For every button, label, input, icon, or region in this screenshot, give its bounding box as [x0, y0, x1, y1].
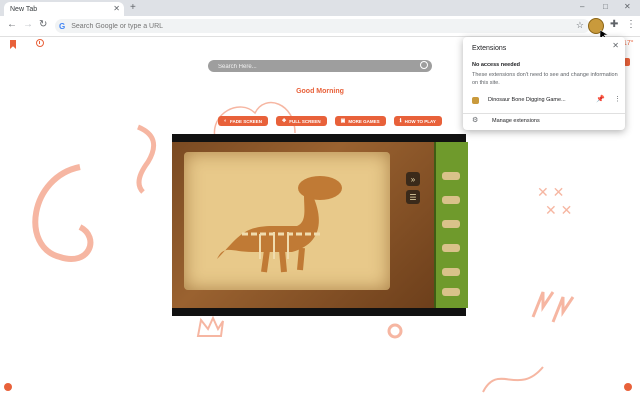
dinosaur-extension-small-icon — [472, 96, 479, 104]
address-input[interactable] — [69, 21, 554, 31]
extensions-description: These extensions don't need to see and c… — [472, 72, 618, 86]
info-corner-icon[interactable] — [624, 383, 632, 391]
bone-piece-2[interactable] — [442, 196, 460, 204]
spiral-decoration — [136, 124, 157, 194]
tab-new-tab[interactable]: New Tab ✕ — [4, 2, 124, 16]
bookmark-star-icon[interactable]: ☆ — [576, 20, 584, 31]
crown-decoration — [196, 315, 224, 337]
squiggle-decoration — [482, 366, 544, 393]
bone-piece-1[interactable] — [442, 172, 460, 180]
close-icon[interactable]: ✕ — [612, 41, 619, 50]
back-arrow-icon[interactable]: ← — [7, 20, 17, 30]
tab-close-icon[interactable]: ✕ — [113, 4, 120, 13]
full-screen-button[interactable]: ✥ FULL SCREEN — [276, 116, 327, 126]
no-access-heading: No access needed — [472, 62, 520, 68]
reload-icon[interactable]: ↻ — [39, 20, 47, 30]
divider — [463, 113, 625, 114]
tab-title: New Tab — [10, 5, 38, 13]
bone-piece-6[interactable] — [442, 288, 460, 296]
stars-decoration: ✕ ✕ ✕ ✕ — [537, 184, 572, 218]
bone-piece-3[interactable] — [442, 220, 460, 228]
window-close-button[interactable]: ✕ — [624, 2, 631, 11]
history-icon[interactable] — [36, 39, 44, 47]
search-icon[interactable] — [420, 61, 428, 69]
bone-piece-4[interactable] — [442, 244, 460, 252]
settings-gear-icon[interactable] — [4, 383, 12, 391]
fullscreen-icon: ✥ — [282, 118, 287, 124]
swirl-small-decoration — [387, 323, 403, 339]
manage-extensions-button[interactable]: ⚙ Manage extensions — [472, 117, 540, 124]
pin-icon[interactable]: 📌 — [596, 95, 605, 103]
manage-extensions-label: Manage extensions — [492, 117, 540, 124]
address-bar[interactable]: G ☆ — [55, 19, 590, 33]
forward-arrow-icon[interactable]: → — [23, 20, 33, 30]
lightning-decoration — [531, 291, 575, 323]
more-games-button[interactable]: ▣ MORE GAMES — [334, 116, 386, 126]
svg-text:✕ ✕: ✕ ✕ — [537, 184, 564, 200]
fade-icon: ◐ — [224, 118, 228, 124]
google-g-icon: G — [59, 21, 66, 31]
search-input[interactable] — [216, 61, 410, 73]
game-canvas[interactable]: » ☰ — [172, 134, 468, 316]
new-tab-button[interactable]: + — [130, 3, 136, 13]
browser-toolbar: ← → ↻ G ☆ — [0, 16, 640, 37]
chrome-menu-icon[interactable]: ⋮ — [626, 19, 636, 30]
extension-name: Dinosaur Bone Digging Game... — [488, 97, 566, 103]
gear-icon: ⚙ — [472, 117, 479, 124]
extensions-puzzle-icon[interactable]: ✚ — [610, 19, 618, 30]
swirl-decoration — [32, 164, 94, 262]
fade-screen-button[interactable]: ◐ FADE SCREEN — [218, 116, 269, 126]
info-icon: ℹ — [399, 118, 402, 124]
games-icon: ▣ — [340, 118, 346, 124]
extension-row[interactable]: Dinosaur Bone Digging Game... 📌 ⋮ — [472, 95, 622, 105]
extension-more-icon[interactable]: ⋮ — [614, 95, 621, 103]
maximize-button[interactable]: □ — [603, 2, 608, 11]
svg-text:✕ ✕: ✕ ✕ — [545, 202, 572, 218]
minimize-button[interactable]: – — [580, 2, 584, 11]
bone-piece-5[interactable] — [442, 268, 460, 276]
tab-strip: New Tab ✕ + – □ ✕ — [0, 0, 640, 16]
next-arrows-button[interactable]: » — [406, 172, 420, 186]
extensions-popup-title: Extensions — [472, 45, 507, 52]
search-bar[interactable] — [208, 60, 432, 73]
how-to-play-button[interactable]: ℹ HOW TO PLAY — [393, 116, 442, 126]
list-menu-button[interactable]: ☰ — [406, 190, 420, 204]
dinosaur-skeleton-icon — [217, 176, 342, 273]
game-button-row: ◐ FADE SCREEN ✥ FULL SCREEN ▣ MORE GAMES ℹH… — [218, 116, 442, 126]
extensions-popup: Extensions ✕ No access needed These exte… — [463, 37, 625, 130]
